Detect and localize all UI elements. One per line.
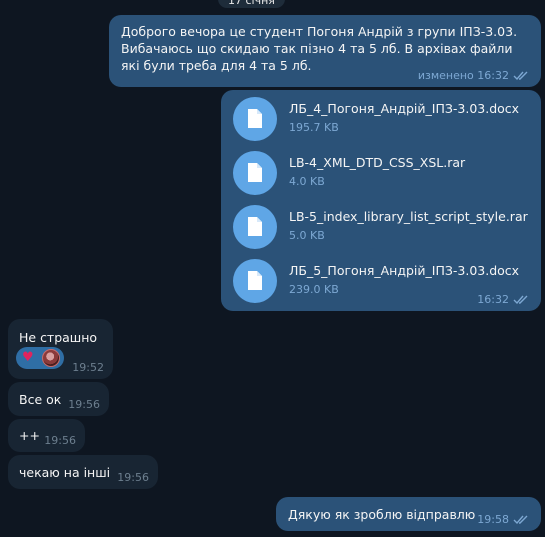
outgoing-files-message[interactable]: ЛБ_4_Погоня_Андрій_ІПЗ-3.03.docx 195.7 K… bbox=[221, 90, 541, 311]
file-name: LB-4_XML_DTD_CSS_XSL.rar bbox=[289, 155, 466, 170]
file-attachment[interactable]: ЛБ_4_Погоня_Андрій_ІПЗ-3.03.docx 195.7 K… bbox=[233, 97, 543, 145]
document-icon[interactable] bbox=[233, 97, 277, 141]
incoming-message[interactable]: Не страшно ♥ 19:52 bbox=[8, 319, 113, 379]
incoming-message[interactable]: чекаю на інші 19:56 bbox=[8, 455, 158, 489]
message-timestamp: 16:32 bbox=[477, 293, 509, 306]
message-timestamp: 19:56 bbox=[117, 471, 149, 484]
message-text: Доброго вечора це студент Погоня Андрій … bbox=[121, 24, 518, 73]
message-meta: изменено 16:32 bbox=[418, 69, 529, 82]
file-attachment[interactable]: LB-5_index_library_list_script_style.rar… bbox=[233, 205, 543, 253]
file-name: LB-5_index_library_list_script_style.rar bbox=[289, 209, 528, 224]
file-size: 4.0 KB bbox=[289, 175, 325, 188]
message-meta: 19:58 bbox=[477, 513, 529, 526]
message-timestamp: 19:56 bbox=[44, 434, 76, 447]
incoming-message[interactable]: Все ок 19:56 bbox=[8, 382, 109, 416]
message-text: Не страшно bbox=[19, 330, 98, 345]
outgoing-message[interactable]: Дякую як зроблю відправлю 19:58 bbox=[276, 497, 541, 531]
double-check-icon bbox=[513, 515, 528, 524]
file-name: ЛБ_5_Погоня_Андрій_ІПЗ-3.03.docx bbox=[289, 263, 520, 278]
heart-reaction-icon: ♥ bbox=[22, 350, 34, 365]
message-meta: 16:32 bbox=[477, 293, 529, 306]
file-attachment[interactable]: LB-4_XML_DTD_CSS_XSL.rar 4.0 KB bbox=[233, 151, 543, 199]
avatar bbox=[42, 349, 60, 367]
message-timestamp: 19:56 bbox=[68, 398, 100, 411]
double-check-icon bbox=[513, 71, 528, 80]
edited-timestamp: изменено 16:32 bbox=[417, 69, 509, 82]
file-size: 195.7 KB bbox=[289, 121, 339, 134]
document-icon[interactable] bbox=[233, 205, 277, 249]
file-size: 239.0 KB bbox=[289, 283, 339, 296]
message-timestamp: 19:58 bbox=[477, 513, 509, 526]
double-check-icon bbox=[513, 295, 528, 304]
file-size: 5.0 KB bbox=[289, 229, 325, 242]
incoming-message[interactable]: ++ 19:56 bbox=[8, 419, 85, 452]
document-icon[interactable] bbox=[233, 259, 277, 303]
date-separator: 17 січня bbox=[218, 0, 285, 8]
document-icon[interactable] bbox=[233, 151, 277, 195]
file-name: ЛБ_4_Погоня_Андрій_ІПЗ-3.03.docx bbox=[289, 101, 520, 116]
reaction-badge[interactable]: ♥ bbox=[16, 347, 64, 369]
message-timestamp: 19:52 bbox=[72, 361, 104, 374]
outgoing-message[interactable]: Доброго вечора це студент Погоня Андрій … bbox=[109, 15, 541, 87]
